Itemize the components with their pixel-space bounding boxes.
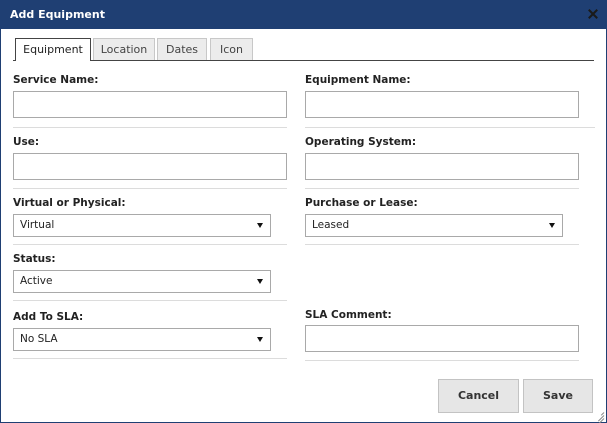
divider xyxy=(305,360,579,361)
equipment-name-label: Equipment Name: xyxy=(305,74,411,86)
sla-comment-label: SLA Comment: xyxy=(305,309,392,321)
tab-bar: Equipment Location Dates Icon xyxy=(13,38,594,61)
divider xyxy=(305,188,579,189)
service-name-label: Service Name: xyxy=(13,74,99,86)
resize-grip-icon[interactable] xyxy=(594,410,605,423)
status-value: Active xyxy=(20,275,53,287)
divider xyxy=(13,127,287,128)
use-label: Use: xyxy=(13,136,40,148)
add-equipment-dialog: Add Equipment Equipment Location Dates I… xyxy=(0,0,607,423)
dialog-titlebar[interactable]: Add Equipment xyxy=(1,1,606,29)
tab-equipment[interactable]: Equipment xyxy=(15,38,91,61)
divider xyxy=(305,127,595,128)
chevron-down-icon xyxy=(257,279,263,284)
chevron-down-icon xyxy=(549,223,555,228)
divider xyxy=(13,244,287,245)
sla-comment-input[interactable] xyxy=(305,325,579,352)
dialog-title: Add Equipment xyxy=(10,8,105,21)
close-icon[interactable] xyxy=(587,8,599,20)
chevron-down-icon xyxy=(257,337,263,342)
virtual-or-physical-select[interactable]: Virtual xyxy=(13,214,271,237)
purchase-or-lease-label: Purchase or Lease: xyxy=(305,197,418,209)
virtual-or-physical-label: Virtual or Physical: xyxy=(13,197,126,209)
add-to-sla-label: Add To SLA: xyxy=(13,311,84,323)
purchase-or-lease-select[interactable]: Leased xyxy=(305,214,563,237)
add-to-sla-select[interactable]: No SLA xyxy=(13,328,271,351)
virtual-or-physical-value: Virtual xyxy=(20,219,55,231)
equipment-name-input[interactable] xyxy=(305,91,579,118)
service-name-input[interactable] xyxy=(13,91,287,118)
add-to-sla-value: No SLA xyxy=(20,333,58,345)
cancel-button[interactable]: Cancel xyxy=(438,379,519,413)
purchase-or-lease-value: Leased xyxy=(312,219,350,231)
status-label: Status: xyxy=(13,253,56,265)
tab-dates[interactable]: Dates xyxy=(157,38,207,60)
divider xyxy=(13,188,287,189)
status-select[interactable]: Active xyxy=(13,270,271,293)
divider xyxy=(13,300,287,301)
tab-location[interactable]: Location xyxy=(93,38,155,60)
divider xyxy=(13,358,287,359)
chevron-down-icon xyxy=(257,223,263,228)
tab-icon[interactable]: Icon xyxy=(210,38,253,60)
use-input[interactable] xyxy=(13,153,287,180)
operating-system-label: Operating System: xyxy=(305,136,417,148)
save-button[interactable]: Save xyxy=(523,379,593,413)
divider xyxy=(305,244,579,245)
operating-system-input[interactable] xyxy=(305,153,579,180)
